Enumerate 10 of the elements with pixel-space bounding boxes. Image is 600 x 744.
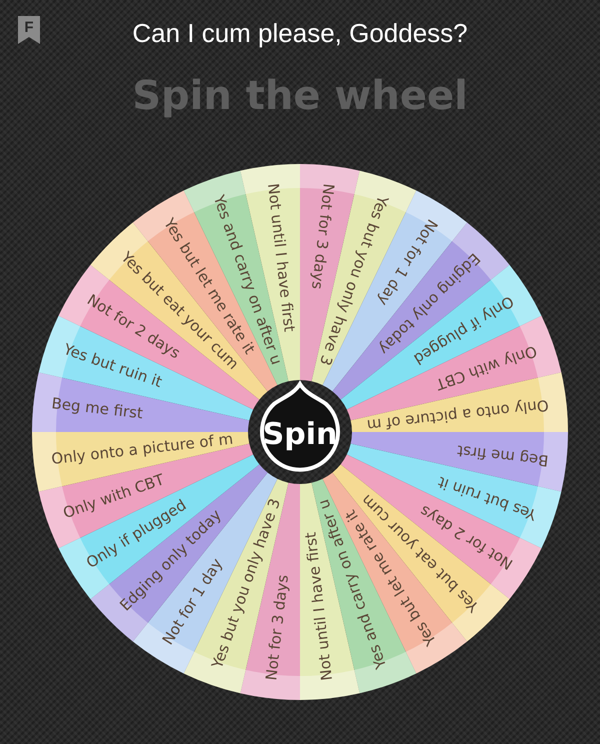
segment-label: Only onto a picture of m: [366, 396, 550, 434]
segment-label: Beg me first: [456, 442, 550, 470]
app-logo[interactable]: F: [16, 14, 42, 46]
heading: Spin the wheel: [132, 72, 468, 121]
segment-label: Beg me first: [50, 394, 144, 422]
spin-button[interactable]: Spin: [260, 382, 340, 472]
segment-label: Not for 3 days: [262, 574, 292, 682]
segment-label: Only onto a picture of m: [50, 430, 234, 468]
segment-label: Not for 3 days: [308, 182, 338, 290]
page-title: Can I cum please, Goddess?: [132, 18, 468, 48]
